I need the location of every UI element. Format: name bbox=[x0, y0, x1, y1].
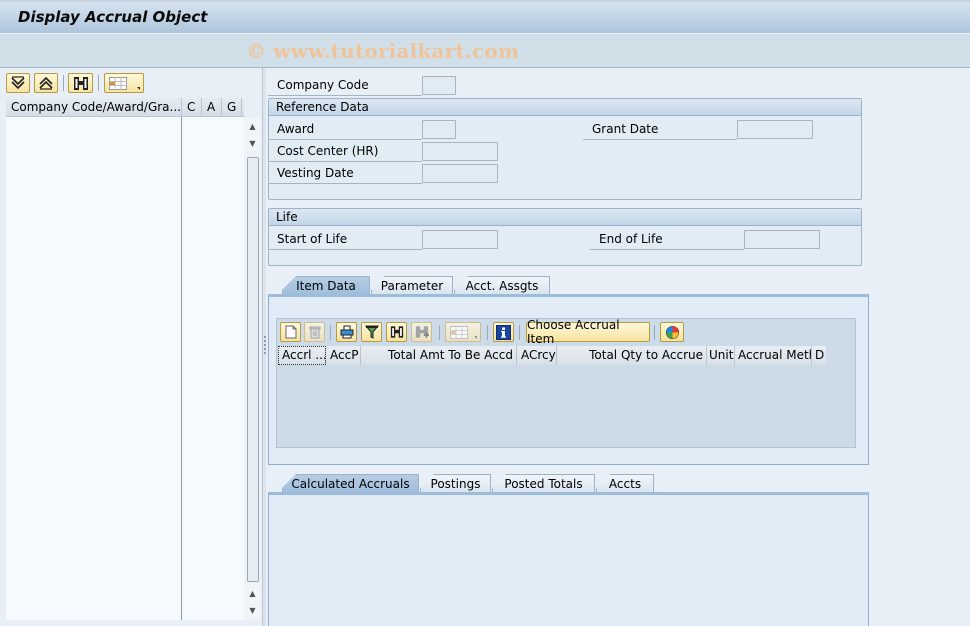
collapse-all-button[interactable] bbox=[34, 73, 58, 93]
scrollbar-thumb[interactable] bbox=[247, 157, 259, 582]
toolbar-separator bbox=[63, 75, 64, 91]
info-icon bbox=[496, 324, 511, 340]
splitter-grip-icon bbox=[264, 336, 266, 354]
print-icon bbox=[340, 325, 353, 339]
layout-button[interactable] bbox=[104, 73, 144, 93]
filter-icon bbox=[364, 325, 379, 339]
expand-all-button[interactable] bbox=[6, 73, 30, 93]
window-title: Display Accrual Object bbox=[18, 8, 208, 26]
create-button[interactable] bbox=[280, 322, 301, 342]
collapse-all-icon bbox=[39, 76, 53, 90]
tree-column-header[interactable]: C bbox=[182, 98, 202, 116]
print-button[interactable] bbox=[336, 322, 357, 342]
arrow-down-icon: ▼ bbox=[249, 605, 256, 615]
scroll-down-button[interactable]: ▼ bbox=[245, 135, 260, 151]
column-header-d[interactable]: D bbox=[812, 346, 826, 365]
toolbar-separator bbox=[654, 325, 655, 340]
dropdown-arrow-icon bbox=[137, 87, 140, 90]
column-header-unit[interactable]: Unit bbox=[707, 346, 735, 365]
toolbar-separator bbox=[487, 325, 488, 340]
layout-button[interactable] bbox=[445, 322, 481, 342]
column-header-accrl[interactable]: Accrl ... bbox=[278, 346, 326, 365]
grid-column-headers: Accrl ... AccP Total Amt To Be Accd ACrc… bbox=[278, 346, 826, 365]
cost-center-field[interactable] bbox=[422, 142, 498, 161]
column-header-acrcy[interactable]: ACrcy bbox=[517, 346, 557, 365]
left-navigation-panel: Company Code/Award/Gra... C A G ▲ ▼ ▲ ▼ bbox=[0, 68, 262, 626]
column-divider bbox=[181, 117, 182, 620]
tree-column-headers: Company Code/Award/Gra... C A G bbox=[6, 98, 244, 117]
result-tabstrip: Calculated Accruals Postings Posted Tota… bbox=[268, 474, 868, 494]
trash-icon bbox=[309, 326, 320, 339]
cost-center-label: Cost Center (HR) bbox=[268, 141, 422, 162]
company-code-field[interactable] bbox=[422, 76, 456, 95]
award-field[interactable] bbox=[422, 120, 456, 139]
vertical-scrollbar[interactable]: ▲ ▼ ▲ ▼ bbox=[244, 117, 261, 620]
tab-parameter[interactable]: Parameter bbox=[371, 276, 453, 296]
life-title: Life bbox=[269, 209, 861, 226]
find-next-icon bbox=[415, 326, 429, 338]
arrow-up-icon: ▲ bbox=[249, 121, 256, 131]
column-header-total-qty[interactable]: Total Qty to Accrue bbox=[557, 346, 707, 365]
reference-data-title: Reference Data bbox=[269, 99, 861, 116]
dropdown-arrow-icon bbox=[474, 336, 477, 339]
grant-date-field[interactable] bbox=[737, 120, 813, 139]
tab-postings[interactable]: Postings bbox=[420, 474, 491, 494]
start-of-life-label: Start of Life bbox=[268, 229, 422, 250]
layout-grid-icon bbox=[450, 325, 468, 339]
item-tabstrip: Item Data Parameter Acct. Assgts bbox=[268, 276, 868, 296]
accrual-items-grid: Choose Accrual Item Accrl ... AccP Total… bbox=[276, 318, 856, 448]
vesting-date-label: Vesting Date bbox=[268, 163, 422, 184]
toolbar-separator bbox=[330, 325, 331, 340]
binoculars-icon bbox=[73, 76, 88, 90]
tab-item-data[interactable]: Item Data bbox=[282, 276, 370, 296]
column-header-accp[interactable]: AccP bbox=[326, 346, 361, 365]
tab-posted-totals[interactable]: Posted Totals bbox=[492, 474, 595, 494]
find-button[interactable] bbox=[386, 322, 407, 342]
binoculars-icon bbox=[390, 326, 403, 338]
scroll-down-button[interactable]: ▼ bbox=[245, 602, 260, 618]
panel-splitter[interactable] bbox=[262, 68, 266, 626]
color-wheel-icon bbox=[665, 325, 679, 339]
tree-column-header[interactable]: G bbox=[222, 98, 242, 116]
find-next-button[interactable] bbox=[411, 322, 432, 342]
vesting-date-field[interactable] bbox=[422, 164, 498, 183]
award-label: Award bbox=[268, 119, 422, 140]
tree-body[interactable] bbox=[6, 117, 244, 620]
filter-button[interactable] bbox=[361, 322, 382, 342]
arrow-up-icon: ▲ bbox=[249, 588, 256, 598]
company-code-label: Company Code bbox=[268, 75, 422, 96]
tab-acct-assgts[interactable]: Acct. Assgts bbox=[454, 276, 550, 296]
find-button[interactable] bbox=[68, 73, 93, 93]
watermark: © www.tutorialkart.com bbox=[246, 39, 520, 63]
new-document-icon bbox=[285, 325, 296, 339]
calculated-accruals-panel bbox=[268, 492, 869, 626]
toolbar-separator bbox=[519, 325, 520, 340]
scroll-up-button[interactable]: ▲ bbox=[245, 118, 260, 134]
column-header-total-amt[interactable]: Total Amt To Be Accd bbox=[361, 346, 517, 365]
grant-date-label: Grant Date bbox=[583, 119, 737, 140]
layout-grid-icon bbox=[109, 76, 127, 90]
info-button[interactable] bbox=[493, 322, 514, 342]
choose-accrual-item-button[interactable]: Choose Accrual Item bbox=[526, 318, 650, 346]
tree-column-header[interactable]: A bbox=[202, 98, 222, 116]
column-header-accrual-meth[interactable]: Accrual Meth bbox=[735, 346, 812, 365]
item-data-panel: Choose Accrual Item Accrl ... AccP Total… bbox=[268, 294, 869, 465]
title-bar: Display Accrual Object bbox=[0, 0, 970, 34]
toolbar-separator bbox=[439, 325, 440, 340]
scroll-up-button[interactable]: ▲ bbox=[245, 585, 260, 601]
end-of-life-label: End of Life bbox=[590, 229, 744, 250]
color-legend-button[interactable] bbox=[660, 322, 684, 342]
application-toolbar: © www.tutorialkart.com bbox=[0, 34, 970, 68]
arrow-down-icon: ▼ bbox=[249, 138, 256, 148]
end-of-life-field[interactable] bbox=[744, 230, 820, 249]
tab-accts[interactable]: Accts bbox=[596, 474, 654, 494]
expand-all-icon bbox=[11, 76, 25, 90]
start-of-life-field[interactable] bbox=[422, 230, 498, 249]
tree-column-header[interactable]: Company Code/Award/Gra... bbox=[6, 98, 182, 116]
toolbar-separator bbox=[98, 75, 99, 91]
delete-button[interactable] bbox=[304, 322, 325, 342]
tab-calculated-accruals[interactable]: Calculated Accruals bbox=[282, 474, 419, 494]
